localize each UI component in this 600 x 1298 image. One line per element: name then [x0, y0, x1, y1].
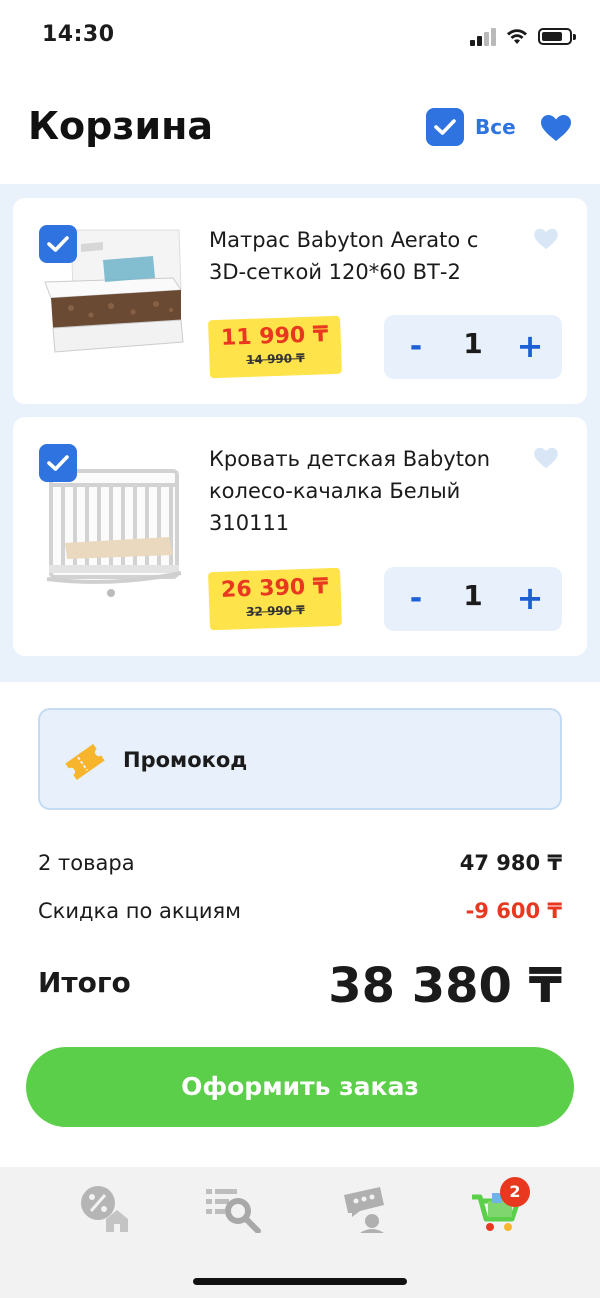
tab-home-discount-icon[interactable]	[78, 1183, 134, 1233]
battery-icon	[538, 28, 576, 45]
items-subtotal: 47 980 ₸	[459, 851, 562, 875]
cart-item: Кровать детская Babyton колесо-качалка Б…	[13, 417, 587, 656]
item-heart-icon[interactable]	[533, 228, 559, 250]
signal-icon	[470, 28, 498, 46]
price-tag: 26 390 ₸ 32 990 ₸	[208, 567, 342, 631]
qty-plus-button[interactable]: +	[510, 577, 550, 621]
qty-minus-button[interactable]: -	[396, 325, 436, 369]
item-name[interactable]: Матрас Babyton Aerato с 3D-сеткой 120*60…	[209, 224, 509, 288]
quantity-stepper: - 1 +	[384, 315, 562, 379]
total-value: 38 380 ₸	[328, 958, 562, 1014]
qty-value: 1	[463, 327, 483, 360]
item-name[interactable]: Кровать детская Babyton колесо-качалка Б…	[209, 443, 509, 539]
item-price: 26 390 ₸	[220, 574, 329, 603]
item-check-icon[interactable]	[39, 225, 77, 263]
item-price: 11 990 ₸	[220, 322, 329, 351]
qty-value: 1	[463, 579, 483, 612]
qty-plus-button[interactable]: +	[510, 325, 550, 369]
item-old-price: 32 990 ₸	[245, 602, 305, 620]
promo-code-button[interactable]: Промокод	[38, 708, 562, 810]
discount-label: Скидка по акциям	[38, 899, 241, 923]
item-heart-icon[interactable]	[533, 447, 559, 469]
favorites-heart-icon[interactable]	[540, 114, 572, 142]
qty-minus-button[interactable]: -	[396, 577, 436, 621]
discount-value: -9 600 ₸	[465, 899, 562, 923]
home-indicator[interactable]	[193, 1278, 407, 1285]
page-title: Корзина	[28, 104, 213, 148]
item-old-price: 14 990 ₸	[245, 350, 305, 368]
tab-cart[interactable]: 2	[470, 1177, 530, 1233]
select-all-label[interactable]: Все	[475, 115, 516, 139]
status-time: 14:30	[42, 22, 115, 47]
price-tag: 11 990 ₸ 14 990 ₸	[208, 315, 342, 379]
quantity-stepper: - 1 +	[384, 567, 562, 631]
item-check-icon[interactable]	[39, 444, 77, 482]
cart-badge: 2	[500, 1177, 530, 1207]
tab-support-icon[interactable]	[340, 1183, 396, 1233]
total-label: Итого	[38, 966, 131, 999]
items-count-label: 2 товара	[38, 851, 135, 875]
checkout-button[interactable]: Оформить заказ	[26, 1047, 574, 1127]
tab-catalog-search-icon[interactable]	[206, 1183, 262, 1233]
cart-list: Матрас Babyton Aerato с 3D-сеткой 120*60…	[0, 184, 600, 682]
wifi-icon	[507, 29, 527, 44]
select-all-check-icon[interactable]	[426, 108, 464, 146]
status-bar: 14:30	[0, 0, 600, 70]
cart-item: Матрас Babyton Aerato с 3D-сеткой 120*60…	[13, 198, 587, 404]
select-all-toggle[interactable]: Все	[426, 108, 516, 146]
promo-label[interactable]: Промокод	[123, 748, 247, 772]
promo-ticket-icon	[65, 744, 105, 780]
